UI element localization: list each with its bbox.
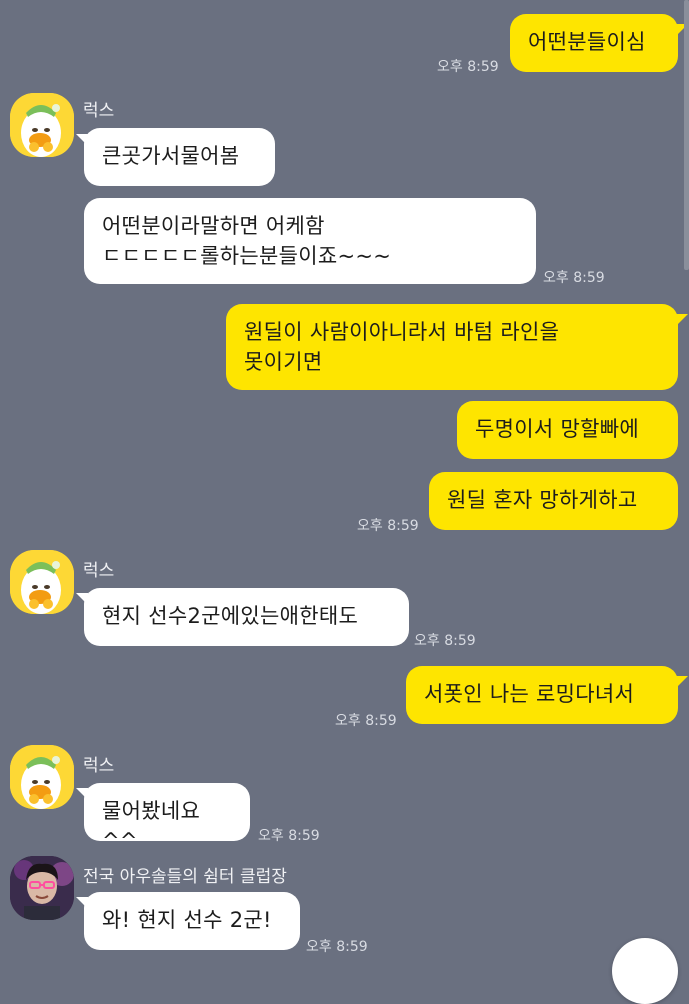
duck-character-icon — [10, 550, 74, 614]
my-message-bubble[interactable]: 원딜이 사람이아니라서 바텀 라인을 못이기면 — [226, 304, 678, 390]
message-time: 오후 8:59 — [437, 59, 499, 75]
profile-avatar[interactable] — [10, 93, 74, 157]
sender-name: 럭스 — [83, 101, 115, 121]
duck-character-icon — [10, 93, 74, 157]
message-time: 오후 8:59 — [357, 518, 419, 534]
scrollbar[interactable] — [684, 0, 689, 270]
my-message-bubble[interactable]: 원딜 혼자 망하게하고 — [429, 472, 678, 530]
message-time: 오후 8:59 — [414, 633, 476, 649]
bubble-tail — [676, 314, 688, 326]
profile-avatar[interactable] — [10, 856, 74, 920]
other-message-bubble[interactable]: 와! 현지 선수 2군! — [84, 892, 300, 950]
my-message-bubble[interactable]: 어떤분들이심 — [510, 14, 678, 72]
message-time: 오후 8:59 — [335, 713, 397, 729]
chat-message-list[interactable]: 어떤분들이심 오후 8:59 럭스 큰곳가서물어봄 어떤분이라말하면 어케함 ㄷ… — [0, 0, 689, 1004]
other-message-bubble[interactable]: 물어봤네요^^ — [84, 783, 250, 853]
my-message-bubble[interactable]: 서폿인 나는 로밍다녀서 — [406, 666, 678, 724]
duck-character-icon — [10, 745, 74, 809]
sender-name: 럭스 — [83, 561, 115, 581]
message-time: 오후 8:59 — [306, 939, 368, 955]
profile-avatar[interactable] — [10, 550, 74, 614]
sender-name: 전국 아우솔들의 쉼터 클럽장 — [83, 867, 287, 887]
profile-avatar[interactable] — [10, 745, 74, 809]
person-photo-icon — [10, 856, 74, 920]
message-time: 오후 8:59 — [543, 270, 605, 286]
other-message-bubble[interactable]: 현지 선수2군에있는애한태도 — [84, 588, 409, 646]
scroll-to-bottom-button[interactable] — [612, 938, 678, 1004]
my-message-bubble[interactable]: 두명이서 망할빠에 — [457, 401, 678, 459]
other-message-bubble[interactable]: 어떤분이라말하면 어케함 ㄷㄷㄷㄷㄷ롤하는분들이죠~~~ — [84, 198, 536, 284]
message-time: 오후 8:59 — [258, 828, 320, 844]
bubble-tail — [676, 676, 688, 688]
sender-name: 럭스 — [83, 756, 115, 776]
other-message-bubble[interactable]: 큰곳가서물어봄 — [84, 128, 275, 186]
